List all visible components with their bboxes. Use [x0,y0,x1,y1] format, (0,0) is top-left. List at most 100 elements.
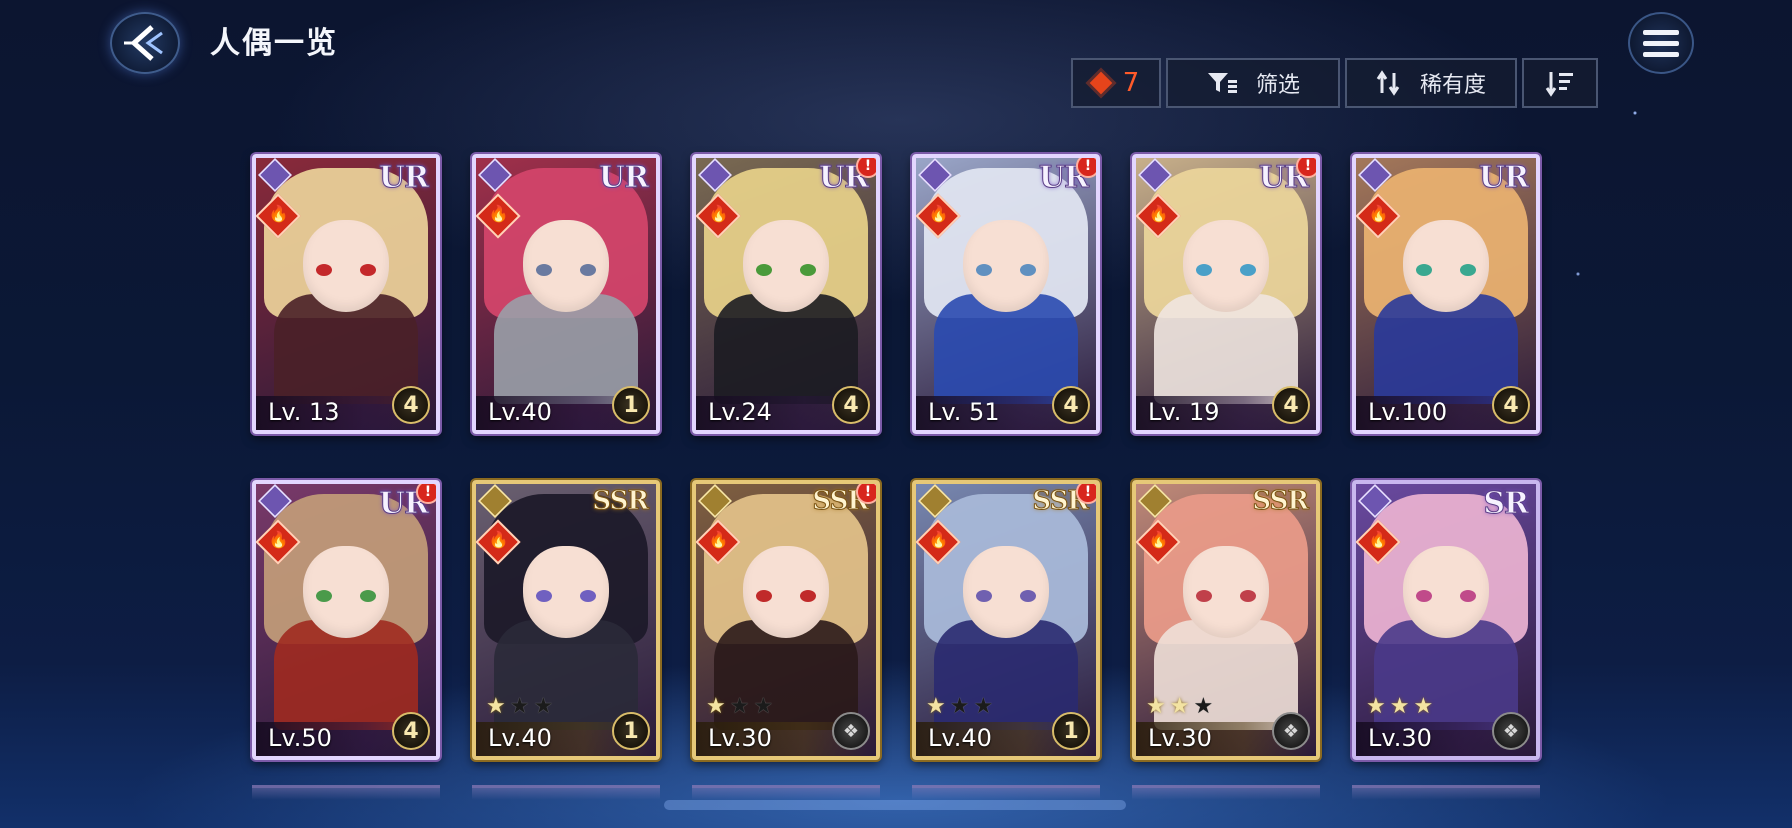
rarity-tag: SR [1483,486,1530,522]
star-rating: ★ ★ ★ [486,696,553,718]
rarity-label: 稀有度 [1419,73,1486,98]
star-icon: ★ [949,694,970,719]
filter-button[interactable]: 筛选 [1166,58,1340,108]
character-eyes [976,264,1036,276]
menu-line [1643,29,1679,35]
doll-card[interactable]: UR Lv.40 1 [472,154,660,434]
star-icon: ★ [533,694,554,719]
filter-label: 筛选 [1255,73,1300,98]
character-eyes [316,590,376,602]
rarity-tag: UR [1478,160,1529,196]
doll-card[interactable]: SSR!★★★Lv.401 [912,480,1100,760]
level-label: Lv.30 [1148,724,1212,752]
star-icon: ★ [486,694,506,719]
emblem-badge-icon: ❖ [1492,712,1530,750]
star-icon: ★ [1193,694,1214,719]
element-filter-button[interactable]: 7 [1071,58,1161,108]
star-icon: ★ [1389,694,1410,719]
level-label: Lv.40 [488,398,552,426]
character-eyes [536,264,596,276]
sort-by-rarity-button[interactable]: 稀有度 [1345,58,1517,108]
doll-card[interactable]: UR Lv.100 4 [1352,154,1540,434]
level-label: Lv.30 [708,724,772,752]
scrollbar[interactable] [664,800,1126,810]
character-eyes [976,590,1036,602]
star-rating: ★ ★ ★ [1146,696,1213,718]
awakening-rank-badge: 4 [1492,386,1530,424]
card-peek[interactable] [472,785,660,800]
star-icon: ★ [926,694,946,719]
card-peek[interactable] [252,785,440,800]
doll-card[interactable]: UR Lv. 13 4 [252,154,440,434]
character-eyes [756,264,816,276]
rarity-tag: UR [378,160,429,196]
doll-card[interactable]: SSR!★★★Lv.30❖ [692,480,880,760]
star-icon: ★ [753,694,774,719]
menu-button[interactable] [1628,12,1694,74]
star-icon: ★ [1169,694,1190,719]
level-label: Lv.30 [1368,724,1432,752]
awakening-rank-badge: 4 [392,712,430,750]
toolbar: 7 筛选 稀有度 [1071,58,1598,108]
star-icon: ★ [706,694,726,719]
level-label: Lv. 51 [928,398,1000,426]
back-button[interactable] [110,12,180,74]
star-icon: ★ [509,694,530,719]
alert-badge-icon: ! [856,158,876,178]
sort-descending-icon [1545,72,1573,97]
level-label: Lv.100 [1368,398,1448,426]
sort-arrows-icon [1376,70,1400,96]
menu-line [1643,40,1679,46]
level-label: Lv.50 [268,724,332,752]
menu-line [1643,51,1679,57]
card-peek[interactable] [912,785,1100,800]
awakening-rank-badge: 1 [612,712,650,750]
character-eyes [756,590,816,602]
star-icon: ★ [973,694,994,719]
character-eyes [1416,590,1476,602]
star-icon: ★ [1146,694,1166,719]
doll-card[interactable]: UR!Lv. 514 [912,154,1100,434]
fire-element-icon [1089,71,1113,95]
star-icon: ★ [1413,694,1434,719]
character-eyes [1416,264,1476,276]
level-label: Lv. 19 [1148,398,1220,426]
level-label: Lv.24 [708,398,772,426]
emblem-badge-icon: ❖ [1272,712,1310,750]
doll-card[interactable]: SSR★★★Lv.30❖ [1132,480,1320,760]
star-rating: ★ ★ ★ [706,696,773,718]
alert-badge-icon: ! [1296,158,1316,178]
alert-badge-icon: ! [416,484,436,504]
awakening-rank-badge: 4 [1272,386,1310,424]
sort-order-button[interactable] [1522,58,1598,108]
alert-badge-icon: ! [1076,158,1096,178]
alert-badge-icon: ! [1076,484,1096,504]
doll-card[interactable]: UR!Lv. 194 [1132,154,1320,434]
awakening-rank-badge: 1 [1052,712,1090,750]
doll-card[interactable]: UR!Lv.244 [692,154,880,434]
star-rating: ★ ★ ★ [1366,696,1433,718]
awakening-rank-badge: 4 [832,386,870,424]
alert-badge-icon: ! [856,484,876,504]
card-peek[interactable] [1352,785,1540,800]
rarity-tag: SSR [592,486,650,517]
level-label: Lv. 13 [268,398,340,426]
card-peek[interactable] [1132,785,1320,800]
awakening-rank-badge: 4 [392,386,430,424]
star-rating: ★ ★ ★ [926,696,993,718]
level-label: Lv.40 [488,724,552,752]
doll-card[interactable]: SSR★★★Lv.401 [472,480,660,760]
doll-card[interactable]: SR★★★Lv.30❖ [1352,480,1540,760]
character-eyes [1196,264,1256,276]
star-icon: ★ [1366,694,1386,719]
emblem-badge-icon: ❖ [832,712,870,750]
rarity-tag: UR [598,160,649,196]
level-label: Lv.40 [928,724,992,752]
card-peek[interactable] [692,785,880,800]
rarity-tag: SSR [1252,486,1310,517]
awakening-rank-badge: 4 [1052,386,1090,424]
doll-card[interactable]: UR!Lv.504 [252,480,440,760]
star-icon: ★ [729,694,750,719]
page-title: 人偶一览 [210,26,338,61]
awakening-rank-badge: 1 [612,386,650,424]
